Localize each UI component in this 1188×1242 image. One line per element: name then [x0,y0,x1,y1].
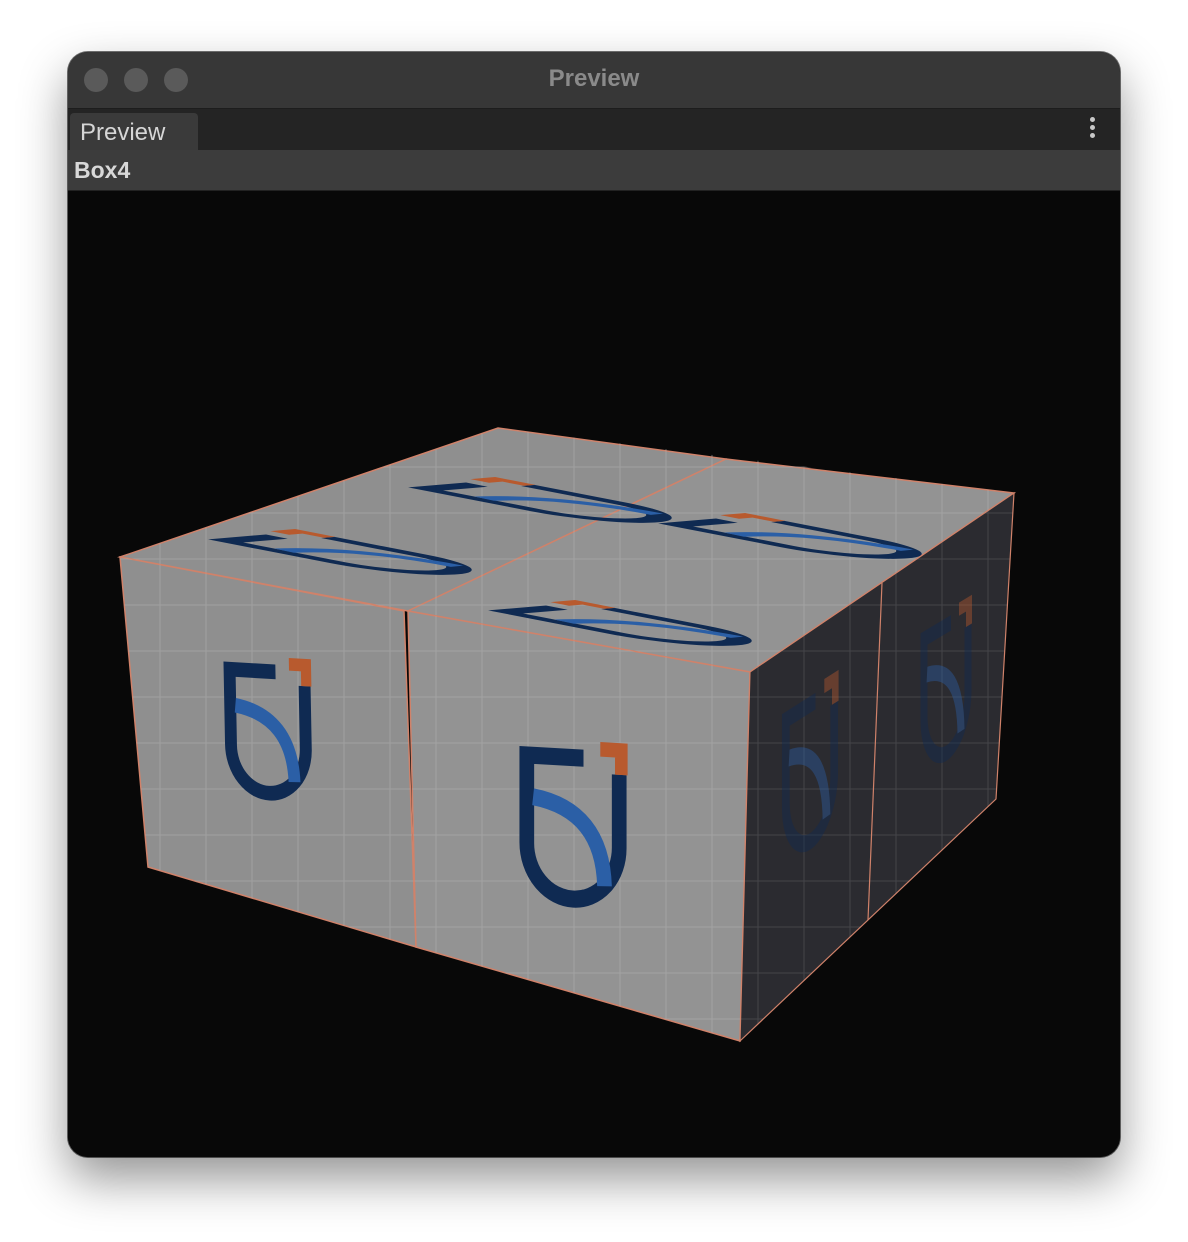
preview-window: Preview Preview Box4 [68,52,1120,1157]
tab-bar: Preview [68,109,1120,150]
front-face-left [119,556,417,949]
object-header: Box4 [68,150,1120,191]
box-mesh-render [117,427,1017,1043]
more-vertical-icon[interactable] [1086,117,1098,143]
object-name: Box4 [74,157,131,183]
front-face-right [407,610,751,1042]
window-title: Preview [548,65,640,92]
title-bar[interactable]: Preview [68,52,1120,109]
tab-preview-label: Preview [80,119,166,146]
tab-preview[interactable]: Preview [70,113,198,150]
3d-viewport[interactable] [68,191,1120,1157]
